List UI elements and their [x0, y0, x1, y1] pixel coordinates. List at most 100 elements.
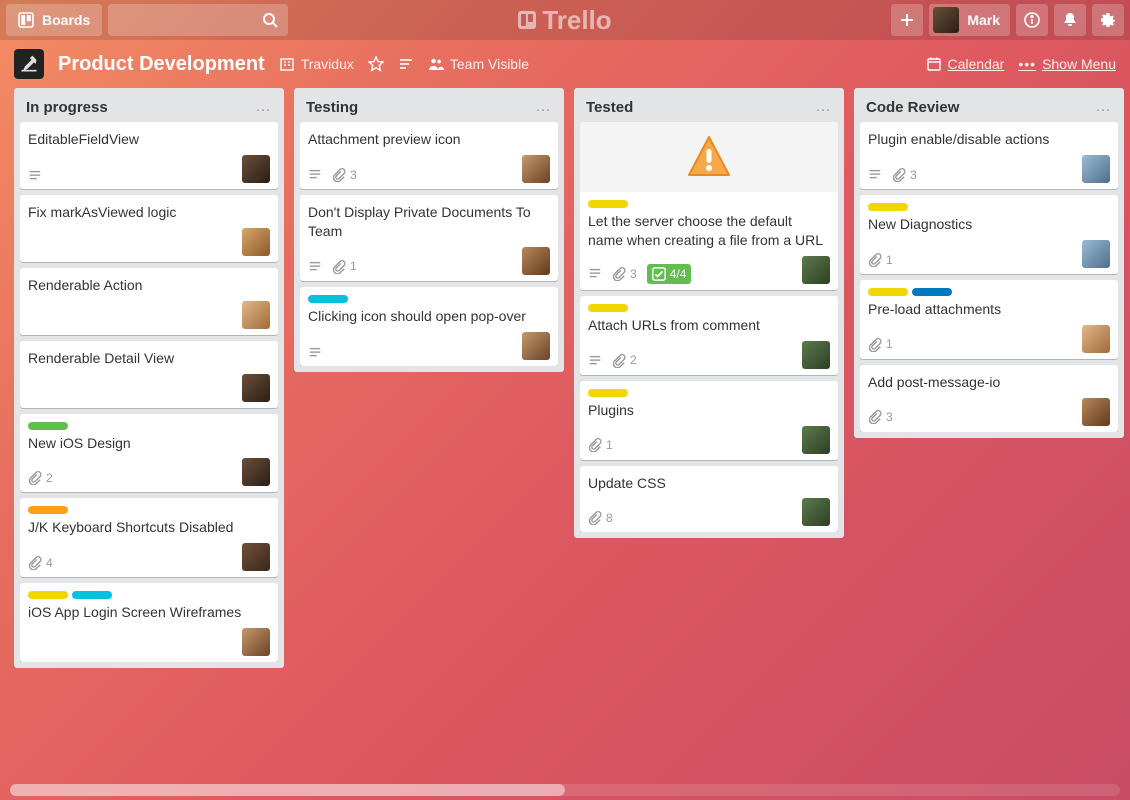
- card-title: Update CSS: [588, 474, 830, 493]
- member-avatar[interactable]: [242, 155, 270, 183]
- card-list: EditableFieldViewFix markAsViewed logicR…: [20, 122, 278, 662]
- card-list: Attachment preview icon3Don't Display Pr…: [300, 122, 558, 366]
- attachment-badge: 1: [588, 437, 613, 453]
- settings-button[interactable]: [1092, 4, 1124, 36]
- list-title[interactable]: In progress: [26, 99, 255, 116]
- list[interactable]: Code Review … Plugin enable/disable acti…: [854, 88, 1124, 438]
- card[interactable]: Attach URLs from comment2: [580, 296, 838, 375]
- label[interactable]: [28, 422, 68, 430]
- card-title: New Diagnostics: [868, 215, 1110, 234]
- card[interactable]: Plugin enable/disable actions3: [860, 122, 1118, 189]
- label[interactable]: [28, 591, 68, 599]
- list-menu-button[interactable]: …: [1095, 98, 1112, 116]
- search-input[interactable]: [108, 4, 288, 36]
- horizontal-scrollbar[interactable]: [10, 784, 1120, 796]
- member-avatar[interactable]: [802, 256, 830, 284]
- member-avatar[interactable]: [1082, 155, 1110, 183]
- label[interactable]: [588, 389, 628, 397]
- user-menu-button[interactable]: Mark: [929, 4, 1010, 36]
- member-avatar[interactable]: [802, 341, 830, 369]
- card-badges: [308, 346, 322, 360]
- visibility-button[interactable]: Team Visible: [428, 56, 529, 72]
- label[interactable]: [588, 200, 628, 208]
- calendar-button[interactable]: Calendar: [926, 56, 1005, 72]
- member-avatar[interactable]: [242, 374, 270, 402]
- card[interactable]: Attachment preview icon3: [300, 122, 558, 189]
- attachment-count: 1: [886, 252, 893, 268]
- team-button[interactable]: Travidux: [279, 56, 354, 72]
- card[interactable]: Clicking icon should open pop-over: [300, 287, 558, 366]
- label[interactable]: [308, 295, 348, 303]
- member-avatar[interactable]: [802, 498, 830, 526]
- boards-button[interactable]: Boards: [6, 4, 102, 36]
- list-title[interactable]: Code Review: [866, 99, 1095, 116]
- people-icon: [428, 56, 444, 72]
- card[interactable]: Let the server choose the default name w…: [580, 122, 838, 290]
- create-button[interactable]: [891, 4, 923, 36]
- list-title[interactable]: Tested: [586, 99, 815, 116]
- label[interactable]: [868, 203, 908, 211]
- list-menu-button[interactable]: …: [535, 98, 552, 116]
- card-badges: 3: [868, 409, 893, 425]
- list-menu-button[interactable]: …: [815, 98, 832, 116]
- board-header: Product Development Travidux Team Visibl…: [0, 40, 1130, 88]
- info-button[interactable]: [1016, 4, 1048, 36]
- card[interactable]: Renderable Detail View: [20, 341, 278, 408]
- member-avatar[interactable]: [1082, 325, 1110, 353]
- card-title: Attach URLs from comment: [588, 316, 830, 335]
- card[interactable]: J/K Keyboard Shortcuts Disabled4: [20, 498, 278, 577]
- list[interactable]: In progress … EditableFieldViewFix markA…: [14, 88, 284, 668]
- card[interactable]: New Diagnostics 1: [860, 195, 1118, 274]
- checklist-badge: 4/4: [647, 264, 692, 284]
- card-title: Attachment preview icon: [308, 130, 550, 149]
- org-icon: [279, 56, 295, 72]
- list[interactable]: Testing … Attachment preview icon3Don't …: [294, 88, 564, 372]
- member-avatar[interactable]: [242, 458, 270, 486]
- card[interactable]: Add post-message-io3: [860, 365, 1118, 432]
- member-avatar[interactable]: [522, 155, 550, 183]
- label[interactable]: [28, 506, 68, 514]
- member-avatar[interactable]: [802, 426, 830, 454]
- scrollbar-thumb[interactable]: [10, 784, 565, 796]
- card-labels: [588, 389, 830, 397]
- member-avatar[interactable]: [1082, 398, 1110, 426]
- card[interactable]: Fix markAsViewed logic: [20, 195, 278, 262]
- label[interactable]: [588, 304, 628, 312]
- member-avatar[interactable]: [522, 332, 550, 360]
- member-avatar[interactable]: [242, 301, 270, 329]
- card-members: [242, 458, 270, 486]
- member-avatar[interactable]: [242, 628, 270, 656]
- card[interactable]: iOS App Login Screen Wireframes: [20, 583, 278, 662]
- notifications-button[interactable]: [1054, 4, 1086, 36]
- visibility-label: Team Visible: [450, 56, 529, 72]
- card[interactable]: New iOS Design2: [20, 414, 278, 493]
- card[interactable]: Renderable Action: [20, 268, 278, 335]
- member-avatar[interactable]: [1082, 240, 1110, 268]
- card[interactable]: Plugins1: [580, 381, 838, 460]
- filter-button[interactable]: [398, 56, 414, 72]
- board-canvas[interactable]: In progress … EditableFieldViewFix markA…: [0, 88, 1130, 786]
- gear-icon: [1100, 12, 1116, 28]
- attachment-badge: 1: [868, 252, 893, 268]
- attachment-icon: [332, 260, 346, 274]
- member-avatar[interactable]: [242, 543, 270, 571]
- show-menu-button[interactable]: ••• Show Menu: [1018, 56, 1116, 72]
- member-avatar[interactable]: [242, 228, 270, 256]
- list[interactable]: Tested … Let the server choose the defau…: [574, 88, 844, 538]
- boards-label: Boards: [42, 12, 90, 28]
- attachment-count: 1: [886, 336, 893, 352]
- label[interactable]: [72, 591, 112, 599]
- star-button[interactable]: [368, 56, 384, 72]
- card[interactable]: Pre-load attachments1: [860, 280, 1118, 359]
- board-title[interactable]: Product Development: [58, 53, 265, 76]
- label[interactable]: [912, 288, 952, 296]
- attachment-icon: [612, 267, 626, 281]
- label[interactable]: [868, 288, 908, 296]
- member-avatar[interactable]: [522, 247, 550, 275]
- card[interactable]: Update CSS8: [580, 466, 838, 533]
- card[interactable]: EditableFieldView: [20, 122, 278, 189]
- card-members: [802, 341, 830, 369]
- list-menu-button[interactable]: …: [255, 98, 272, 116]
- card[interactable]: Don't Display Private Documents To Team1: [300, 195, 558, 281]
- list-title[interactable]: Testing: [306, 99, 535, 116]
